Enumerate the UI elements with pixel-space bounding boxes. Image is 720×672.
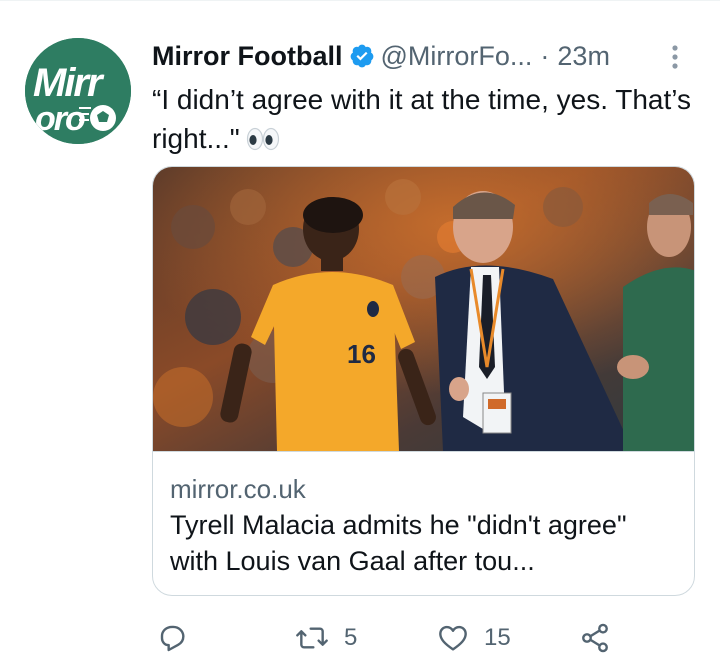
tweet-actions: 5 15 bbox=[152, 616, 692, 660]
svg-text:Mirr: Mirr bbox=[33, 61, 105, 105]
tweet-text: “I didn’t agree with it at the time, yes… bbox=[152, 80, 692, 161]
verified-badge-icon bbox=[349, 43, 375, 69]
jersey-number: 16 bbox=[347, 339, 376, 369]
retweet-icon bbox=[296, 627, 328, 649]
author-handle[interactable]: @MirrorFo... bbox=[381, 41, 533, 72]
card-divider bbox=[153, 451, 694, 452]
timestamp[interactable]: 23m bbox=[557, 41, 610, 72]
reply-button[interactable] bbox=[156, 616, 202, 660]
svg-text:oro: oro bbox=[35, 100, 85, 138]
retweet-button[interactable]: 5 bbox=[294, 616, 357, 660]
tweet-header: Mirror Football @MirrorFo... · 23m bbox=[152, 38, 692, 74]
eyes-emoji-icon bbox=[246, 122, 280, 161]
share-button[interactable] bbox=[578, 616, 612, 660]
mirror-football-logo: Mirr oro bbox=[25, 38, 131, 144]
like-button[interactable]: 15 bbox=[436, 616, 511, 660]
separator-dot: · bbox=[540, 40, 550, 71]
card-image[interactable]: 16 bbox=[153, 167, 694, 451]
more-options-icon[interactable] bbox=[658, 40, 692, 74]
heart-icon bbox=[439, 625, 467, 651]
reply-icon bbox=[160, 625, 185, 652]
share-icon bbox=[582, 623, 608, 653]
card-title[interactable]: Tyrell Malacia admits he "didn't agree" … bbox=[170, 507, 675, 579]
retweet-count: 5 bbox=[344, 624, 358, 651]
tweet-body: “I didn’t agree with it at the time, yes… bbox=[152, 84, 691, 154]
link-card[interactable]: 16 mirror.co.uk Tyrell Malacia admits he… bbox=[152, 166, 695, 596]
card-domain: mirror.co.uk bbox=[170, 474, 306, 504]
avatar[interactable]: Mirr oro bbox=[25, 38, 131, 144]
top-divider bbox=[0, 0, 720, 1]
author-name[interactable]: Mirror Football bbox=[152, 41, 343, 72]
like-count: 15 bbox=[484, 624, 511, 651]
